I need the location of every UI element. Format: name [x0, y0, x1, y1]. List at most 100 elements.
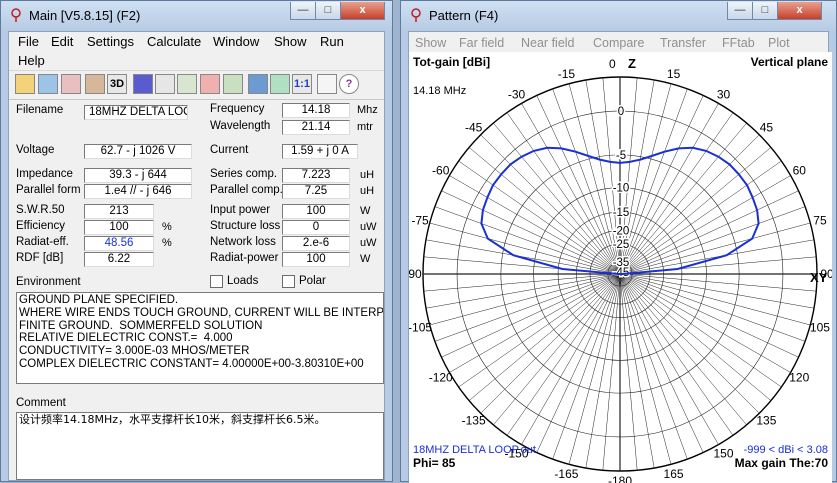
- geometry-icon[interactable]: [133, 74, 153, 94]
- radiat-eff-label: Radiat-eff.: [16, 236, 69, 248]
- frequency-unit: Mhz: [357, 104, 378, 116]
- nec-icon[interactable]: [223, 74, 243, 94]
- radiat-eff-field: 48.56: [84, 236, 154, 251]
- menu-run[interactable]: Run: [320, 34, 344, 49]
- menu-calculate[interactable]: Calculate: [147, 34, 201, 49]
- ring-label: -10: [613, 183, 630, 195]
- close-button[interactable]: x: [777, 2, 822, 20]
- pattern-titlebar[interactable]: Pattern (F4) — □ x: [401, 1, 836, 31]
- parallel-comp-label: Parallel comp.: [210, 184, 283, 196]
- main-menubar: File Edit Settings Calculate Window Show…: [9, 32, 384, 70]
- ring-label: -5: [616, 150, 626, 162]
- impedance-field: 39.3 - j 644: [84, 168, 192, 183]
- wavelength-field: 21.14: [282, 120, 350, 135]
- current-label: Current: [210, 144, 249, 156]
- antenna-app-icon: [11, 8, 21, 22]
- 3d-cube-icon[interactable]: [85, 74, 105, 94]
- frequency-label: Frequency: [210, 103, 265, 115]
- help-icon[interactable]: ?: [339, 74, 359, 94]
- angle-label: 120: [789, 371, 809, 385]
- input-power-unit: W: [360, 205, 371, 217]
- radiat-power-unit: W: [360, 253, 371, 265]
- menu-plot[interactable]: Plot: [768, 36, 790, 50]
- parallel-form-label: Parallel form: [16, 184, 81, 196]
- filename-field[interactable]: 18MHZ DELTA LOOP: [84, 105, 188, 120]
- one-to-one-icon[interactable]: 1:1: [292, 74, 312, 94]
- minimize-button[interactable]: —: [290, 2, 316, 20]
- swr-label: S.W.R.50: [16, 204, 65, 216]
- 3d-view-icon[interactable]: 3D: [107, 74, 127, 94]
- target-icon[interactable]: [200, 74, 220, 94]
- zero-angle-label: 0: [609, 57, 616, 71]
- file-label: 18MHZ DELTA LOOP.out: [413, 444, 536, 456]
- radiat-power-field: 100: [282, 252, 350, 267]
- environment-textbox[interactable]: GROUND PLANE SPECIFIED. WHERE WIRE ENDS T…: [16, 292, 384, 384]
- structure-loss-label: Structure loss: [210, 220, 281, 232]
- menu-transfer[interactable]: Transfer: [660, 36, 706, 50]
- rdf-label: RDF [dB]: [16, 252, 64, 264]
- save-icon[interactable]: [38, 74, 58, 94]
- gain-range-label: -999 < dBi < 3.08: [744, 444, 828, 456]
- menu-near-field[interactable]: Near field: [521, 36, 575, 50]
- menu-show[interactable]: Show: [274, 34, 307, 49]
- angle-label: -135: [462, 413, 486, 427]
- angle-label: -30: [508, 88, 526, 102]
- angle-label: -45: [465, 121, 483, 135]
- angle-label: 75: [813, 213, 827, 227]
- ring-label: -25: [613, 239, 630, 251]
- voltage-field: 62.7 - j 1026 V: [84, 144, 192, 159]
- main-window-title: Main [V5.8.15] (F2): [29, 8, 141, 23]
- efficiency-label: Efficiency: [16, 220, 66, 232]
- menu-settings[interactable]: Settings: [87, 34, 134, 49]
- pattern-client-area: Show Far field Near field Compare Transf…: [408, 31, 832, 483]
- network-loss-label: Network loss: [210, 236, 276, 248]
- polar-label: Polar: [299, 275, 326, 287]
- main-toolbar: 3D 1:1 ?: [9, 70, 384, 100]
- radiat-power-label: Radiat-power: [210, 252, 279, 264]
- tot-gain-label: Tot-gain [dBi]: [413, 55, 490, 69]
- environment-line: GROUND PLANE SPECIFIED.: [19, 294, 179, 306]
- angle-label: -105: [409, 321, 432, 335]
- equals-icon[interactable]: [270, 74, 290, 94]
- minimize-button[interactable]: —: [727, 2, 753, 20]
- frequency-field[interactable]: 14.18: [282, 103, 350, 118]
- open-folder-icon[interactable]: [15, 74, 35, 94]
- ring-label: 0: [618, 106, 624, 118]
- environment-line: RELATIVE DIELECTRIC CONST.= 4.000: [19, 332, 233, 345]
- menu-file[interactable]: File: [18, 34, 39, 49]
- close-button[interactable]: x: [340, 2, 385, 20]
- maximize-button[interactable]: □: [315, 2, 341, 20]
- main-titlebar[interactable]: Main [V5.8.15] (F2) — □ x: [1, 1, 392, 31]
- loads-checkbox[interactable]: [210, 275, 223, 288]
- smith-icon[interactable]: [177, 74, 197, 94]
- efficiency-field[interactable]: 100: [84, 220, 154, 235]
- ring-label: -15: [613, 207, 630, 219]
- maximize-button[interactable]: □: [752, 2, 778, 20]
- parallel-comp-unit: uH: [360, 185, 375, 197]
- menu-fftab[interactable]: FFtab: [722, 36, 755, 50]
- menu-edit[interactable]: Edit: [51, 34, 73, 49]
- menu-help[interactable]: Help: [18, 53, 45, 68]
- filename-label: Filename: [16, 104, 64, 116]
- menu-compare[interactable]: Compare: [593, 36, 644, 50]
- angle-label: -60: [432, 164, 450, 178]
- main-window: Main [V5.8.15] (F2) — □ x File Edit Sett…: [0, 0, 393, 482]
- loads-label: Loads: [227, 275, 259, 287]
- input-power-field[interactable]: 100: [282, 204, 350, 219]
- book-icon[interactable]: [317, 74, 337, 94]
- angle-label: 15: [667, 67, 681, 81]
- copy-icon[interactable]: [61, 74, 81, 94]
- angle-label: -75: [411, 213, 429, 227]
- environment-line: CONDUCTIVITY= 3.000E-03 MHOS/METER: [19, 345, 250, 358]
- menu-window[interactable]: Window: [213, 34, 259, 49]
- calculator-icon[interactable]: [248, 74, 268, 94]
- angle-label: 165: [664, 467, 684, 481]
- pattern-window-title: Pattern (F4): [429, 8, 499, 23]
- angle-label: 150: [713, 446, 733, 460]
- menu-far-field[interactable]: Far field: [459, 36, 504, 50]
- comment-textbox[interactable]: 设计频率14.18MHz，水平支撑杆长10米，斜支撑杆长6.5米。: [16, 412, 384, 480]
- menu-show[interactable]: Show: [415, 36, 446, 50]
- polar-checkbox[interactable]: [282, 275, 295, 288]
- environment-line: FINITE GROUND. SOMMERFELD SOLUTION: [19, 319, 263, 332]
- pattern-icon[interactable]: [155, 74, 175, 94]
